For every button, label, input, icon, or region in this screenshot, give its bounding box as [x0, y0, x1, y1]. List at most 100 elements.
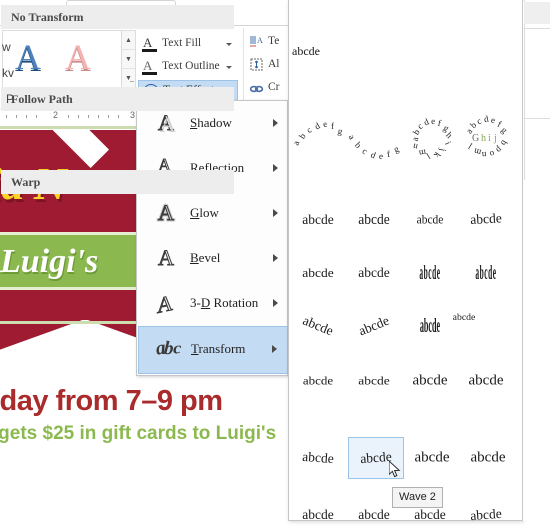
warp-option-deflate[interactable]: abcde: [292, 256, 344, 290]
warp-option-deflate-inflate[interactable]: abcde: [460, 256, 512, 290]
warp-option-deflate-inflate-deflate[interactable]: abcde: [292, 309, 344, 343]
wordart-style-pink-a-icon[interactable]: A: [65, 37, 91, 77]
right-partial-panel-header: [524, 2, 550, 24]
warp-sample-text: abcde: [468, 372, 504, 389]
create-link-label: Cr: [268, 81, 280, 93]
chevron-down-icon[interactable]: [226, 66, 232, 69]
chevron-right-icon: [273, 119, 278, 127]
letter-a-bevel-icon: A: [152, 243, 182, 273]
text-outline-button[interactable]: A Text Outline: [138, 57, 238, 78]
warp-option-slant-up[interactable]: abcde: [348, 309, 400, 343]
warp-sample-text: abcde: [301, 448, 335, 467]
warp-option-square[interactable]: abcde: [292, 203, 344, 237]
warp-sample-text: abcde: [419, 261, 441, 284]
ruler-number-2: 2: [53, 110, 59, 120]
warp-sample-text: abcde: [469, 505, 503, 524]
svg-text:A: A: [158, 200, 174, 225]
transform-option-none[interactable]: abcde: [292, 44, 352, 70]
tooltip-wave-2: Wave 2: [392, 487, 443, 508]
warp-option-inflate-top[interactable]: abcde: [460, 203, 512, 237]
chevron-down-icon[interactable]: [226, 43, 232, 46]
warp-option-cascade-down[interactable]: abcde: [460, 364, 512, 398]
chevron-right-icon: [272, 345, 277, 353]
text-fill-label: Text Fill: [162, 37, 202, 49]
text-fill-button[interactable]: A Text Fill: [138, 34, 238, 55]
warp-option-wave-1[interactable]: abcde: [292, 441, 344, 475]
chevron-right-icon: [273, 164, 278, 172]
menu-item-bevel[interactable]: A Bevel: [138, 236, 288, 281]
section-header-follow-path: Follow Path: [1, 87, 234, 111]
warp-option-double-wave-1[interactable]: abcde: [406, 441, 458, 475]
warp-sample-text: abcde: [302, 212, 334, 227]
warp-option-fade-right[interactable]: abcde: [292, 498, 344, 532]
svg-text:A: A: [157, 290, 173, 316]
right-partial-text-1: w: [2, 40, 11, 54]
letter-a-outline-icon: A: [141, 58, 158, 76]
right-partial-text-2: kv: [2, 66, 14, 80]
warp-sample-text: abcde: [469, 210, 503, 228]
slide-body-line1[interactable]: Friday from 7–9 pm: [0, 384, 290, 418]
ruler-number-3: 3: [130, 110, 136, 120]
chevron-right-icon: [273, 209, 278, 217]
warp-sample-text: abcde: [419, 314, 441, 337]
transform-option-circle[interactable]: a b c d e f g h i j k l m n: [404, 112, 460, 166]
menu-item-3d-rotation[interactable]: A 3-D Rotation: [138, 281, 288, 326]
warp-option-stacked-ring[interactable]: abcde: [453, 309, 512, 343]
warp-option-double-wave-2[interactable]: abcde: [462, 441, 514, 475]
chevron-right-icon: [273, 254, 278, 262]
align-text-label: Al: [268, 58, 280, 70]
warp-sample-text: abcde: [302, 265, 334, 280]
align-text-button[interactable]: Al: [248, 54, 292, 75]
abc-transform-icon: abc: [154, 337, 181, 360]
warp-sample-text: abcde: [358, 373, 390, 388]
warp-option-deflate-top[interactable]: abcde: [404, 256, 456, 290]
section-header-no-transform: No Transform: [1, 5, 234, 29]
menu-item-transform[interactable]: abc Transform: [138, 326, 288, 374]
wordart-gallery-scroll[interactable]: ▲ ▼ ▼̲: [122, 30, 136, 88]
letter-a-3d-icon: A: [152, 288, 182, 318]
section-header-warp: Warp: [1, 170, 234, 194]
right-partial-text-3: P: [6, 92, 15, 106]
menu-item-shadow-label: Shadow: [190, 115, 232, 130]
scroll-down-button[interactable]: ▼: [122, 50, 135, 69]
create-link-button[interactable]: Cr: [248, 77, 292, 98]
warp-sample-text: abcde: [300, 312, 336, 339]
warp-option-cascade-up[interactable]: abcde: [404, 364, 456, 398]
transform-option-arch-down[interactable]: a b c d e f g: [347, 112, 404, 166]
text-effects-menu: AA Shadow AA Reflection AA Glow A Bevel …: [136, 100, 288, 376]
wordart-style-blue-a-icon[interactable]: A: [15, 37, 41, 77]
warp-sample-text: abcde: [358, 265, 390, 280]
gallery-more-button[interactable]: ▼̲: [122, 69, 135, 88]
text-direction-button[interactable]: A Te: [248, 31, 292, 52]
transform-option-arch-up[interactable]: a b c d e f g: [291, 112, 348, 166]
scroll-up-button[interactable]: ▲: [122, 31, 135, 50]
warp-option-chevron-down[interactable]: abcde: [348, 364, 400, 398]
warp-sample-text: abcde: [470, 449, 506, 466]
right-partial-panel: [524, 0, 550, 180]
menu-item-3d-rotation-label: 3-D Rotation: [190, 295, 259, 310]
menu-item-bevel-label: Bevel: [190, 250, 221, 265]
text-outline-label: Text Outline: [162, 60, 220, 72]
warp-option-inflate[interactable]: abcde: [348, 203, 400, 237]
slide-body-line2[interactable]: m gets $25 in gift cards to Luigi's: [0, 422, 290, 446]
warp-option-deflate-bottom[interactable]: abcde: [348, 256, 400, 290]
link-icon: [249, 85, 264, 93]
warp-sample-text: abcde: [475, 261, 497, 284]
wordart-styles-gallery[interactable]: A A: [2, 30, 122, 88]
align-text-icon: [250, 58, 263, 71]
letter-a-glow-icon: AA: [152, 198, 182, 228]
letter-a-shadow-icon: AA: [152, 108, 182, 138]
warp-option-fade-down[interactable]: abcde: [460, 498, 512, 532]
menu-item-glow-label: Glow: [190, 205, 219, 220]
warp-sample-text: abcde: [416, 212, 444, 227]
text-direction-icon: A: [250, 36, 263, 47]
warp-sample-text: abcde: [359, 448, 393, 467]
svg-text:A: A: [257, 36, 263, 45]
menu-item-glow[interactable]: AA Glow: [138, 191, 288, 236]
warp-option-chevron-up[interactable]: abcde: [292, 364, 344, 398]
warp-option-inflate-bottom[interactable]: abcde: [404, 203, 456, 237]
transform-option-button[interactable]: a b c d e f g G h i j b p o n m l: [460, 112, 516, 166]
chevron-right-icon: [273, 299, 278, 307]
text-direction-label: Te: [268, 35, 280, 47]
warp-sample-text: abcde: [452, 311, 476, 323]
